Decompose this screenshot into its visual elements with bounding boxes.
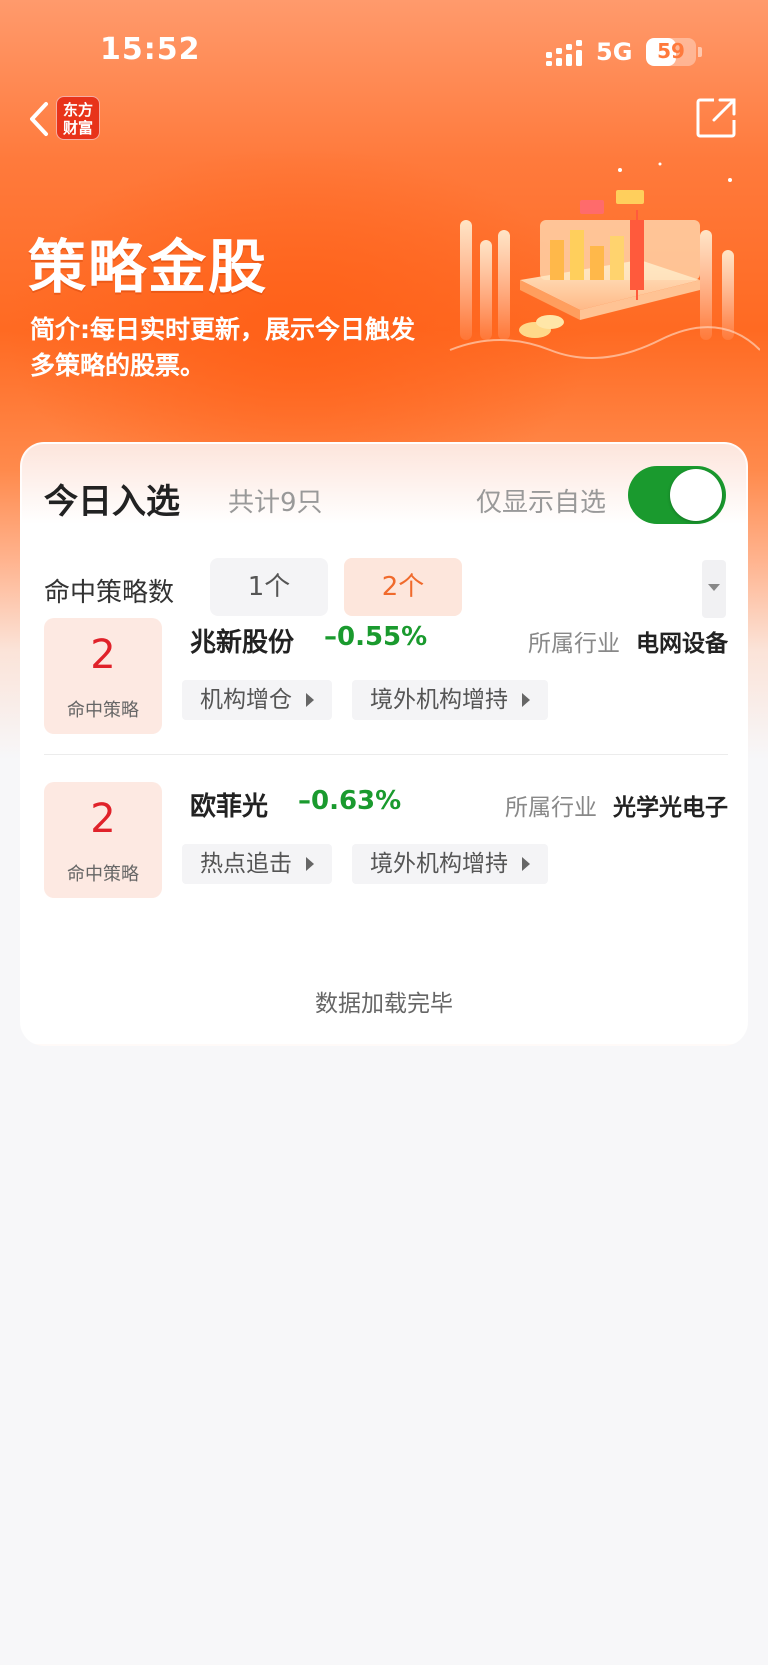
watchlist-filter-label: 仅显示自选 bbox=[476, 488, 607, 518]
app-logo: 东方 财富 bbox=[56, 96, 100, 140]
industry-label: 所属行业 bbox=[528, 631, 620, 657]
strategy-tag[interactable]: 境外机构增持 bbox=[352, 844, 548, 884]
hit-score-box: 2 命中策略 bbox=[44, 782, 162, 898]
page-title: 策略金股 bbox=[28, 233, 269, 301]
stock-row[interactable]: 2 命中策略 兆新股份 –0.55% 所属行业 电网设备 机构增仓 境外机构增持 bbox=[44, 618, 728, 734]
signal-icon bbox=[546, 40, 582, 66]
industry-label: 所属行业 bbox=[505, 795, 597, 821]
stock-industry: 所属行业 光学光电子 bbox=[505, 788, 728, 822]
strategy-tag-label: 境外机构增持 bbox=[370, 687, 508, 713]
stock-row[interactable]: 2 命中策略 欧菲光 –0.63% 所属行业 光学光电子 热点追击 境外机构增持 bbox=[44, 782, 728, 898]
stock-change: –0.55% bbox=[324, 622, 428, 652]
status-bar: 15:52 5G 59 bbox=[0, 0, 768, 100]
stock-count: 共计9只 bbox=[228, 488, 323, 518]
strategy-tag[interactable]: 热点追击 bbox=[182, 844, 332, 884]
battery-icon: 59 bbox=[646, 38, 696, 66]
hit-score-label: 命中策略 bbox=[67, 864, 139, 885]
stock-change: –0.63% bbox=[298, 786, 402, 816]
hit-count-label: 命中策略数 bbox=[44, 578, 175, 608]
chart-illustration bbox=[449, 162, 760, 359]
industry-value: 电网设备 bbox=[636, 631, 728, 657]
dropdown-icon bbox=[708, 584, 720, 591]
strategy-tag-label: 热点追击 bbox=[200, 851, 292, 877]
stock-name[interactable]: 兆新股份 bbox=[190, 622, 294, 659]
logo-line-1: 东方 bbox=[62, 101, 93, 119]
stock-list-card: 今日入选 共计9只 仅显示自选 命中策略数 1个 2个 2 命中策略 兆新股份 … bbox=[20, 442, 748, 1046]
triangle-right-icon bbox=[522, 693, 530, 707]
triangle-right-icon bbox=[306, 693, 314, 707]
hit-score: 2 bbox=[90, 632, 116, 678]
hit-score-label: 命中策略 bbox=[67, 700, 139, 721]
battery-cap bbox=[698, 47, 702, 57]
hit-score-box: 2 命中策略 bbox=[44, 618, 162, 734]
hit-count-option-2[interactable]: 2个 bbox=[344, 558, 462, 616]
hit-score: 2 bbox=[90, 796, 116, 842]
industry-value: 光学光电子 bbox=[613, 795, 728, 821]
hit-count-dropdown[interactable] bbox=[702, 560, 726, 618]
watchlist-toggle[interactable] bbox=[628, 466, 726, 524]
row-divider bbox=[44, 754, 728, 755]
card-title: 今日入选 bbox=[44, 482, 180, 522]
triangle-right-icon bbox=[306, 857, 314, 871]
strategy-tag[interactable]: 机构增仓 bbox=[182, 680, 332, 720]
logo-line-2: 财富 bbox=[62, 119, 93, 137]
load-complete-text: 数据加载完毕 bbox=[315, 991, 453, 1017]
status-time: 15:52 bbox=[100, 32, 201, 67]
hit-count-option-1[interactable]: 1个 bbox=[210, 558, 328, 616]
back-chevron-icon[interactable] bbox=[22, 98, 58, 140]
share-icon[interactable] bbox=[694, 96, 738, 140]
strategy-tag-label: 机构增仓 bbox=[200, 687, 292, 713]
stock-name[interactable]: 欧菲光 bbox=[190, 786, 268, 823]
stock-industry: 所属行业 电网设备 bbox=[528, 624, 728, 658]
battery-level: 59 bbox=[657, 39, 685, 63]
network-type: 5G bbox=[596, 38, 633, 66]
strategy-tag[interactable]: 境外机构增持 bbox=[352, 680, 548, 720]
strategy-tag-label: 境外机构增持 bbox=[370, 851, 508, 877]
page-description: 简介:每日实时更新，展示今日触发多策略的股票。 bbox=[30, 315, 415, 380]
triangle-right-icon bbox=[522, 857, 530, 871]
toggle-knob bbox=[670, 469, 722, 521]
